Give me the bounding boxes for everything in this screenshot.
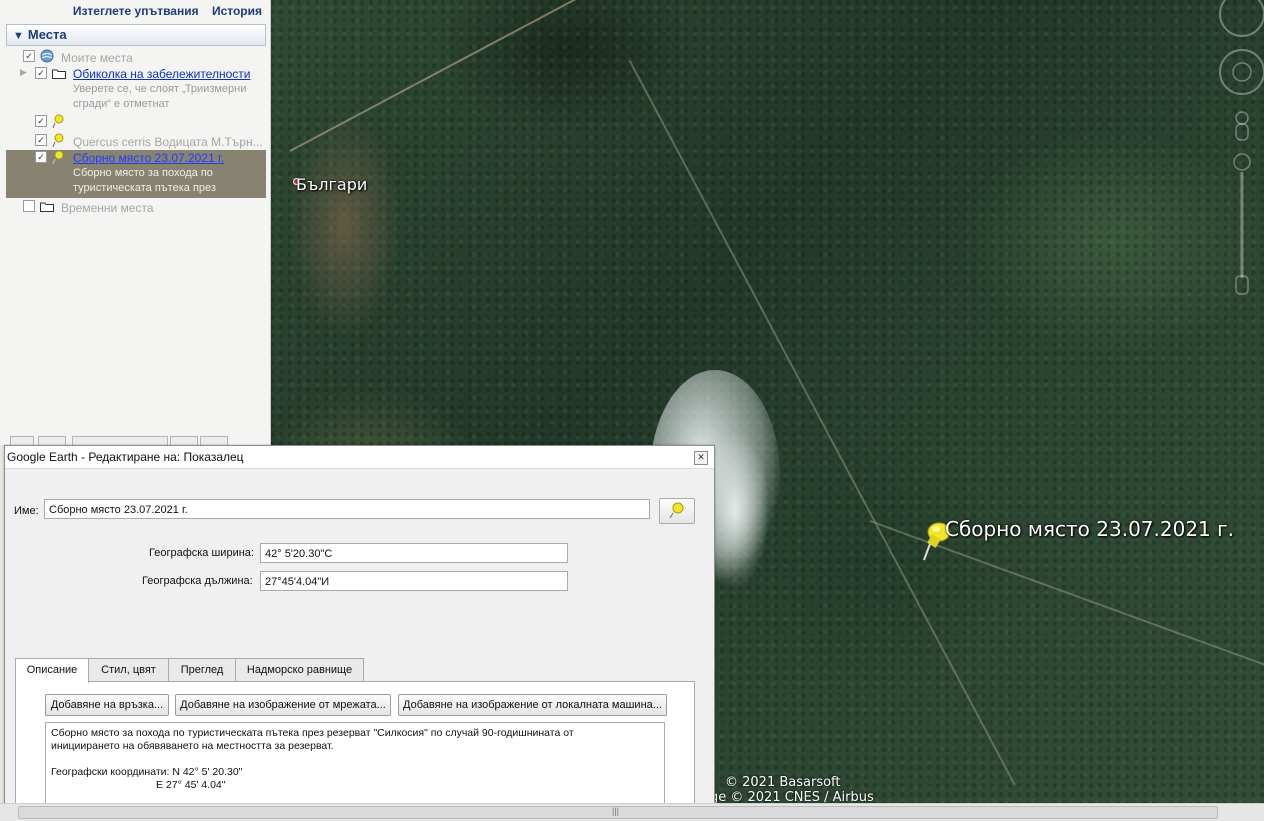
copyright-text: ge © 2021 CNES / Airbus: [710, 790, 874, 803]
village-area: [270, 60, 420, 390]
longitude-field[interactable]: 27°45'4.04"И: [260, 571, 568, 591]
town-label[interactable]: Българи: [296, 175, 367, 194]
description-line: Уверете се, че слоят „Триизмерни: [73, 83, 247, 95]
pushpin-icon: [669, 502, 684, 519]
pushpin-icon: [52, 133, 64, 147]
temporary-checkbox[interactable]: [23, 200, 35, 212]
top-links: Изтеглете упътвания История: [63, 4, 262, 18]
history-link[interactable]: История: [212, 4, 262, 18]
tree-item-label: Quercus cerris Водицата М.Търн...: [73, 135, 263, 149]
edit-placemark-dialog: Google Earth - Редактиране на: Показалец…: [4, 445, 715, 805]
folder-icon: [40, 202, 54, 212]
name-field[interactable]: Сборно място 23.07.2021 г.: [44, 499, 650, 519]
tab-style-color[interactable]: Стил, цвят: [88, 658, 169, 681]
sidebar: Изтеглете упътвания История ▼ Места ✓ Мои…: [0, 0, 271, 449]
horizontal-scrollbar[interactable]: |||: [0, 803, 1264, 821]
tree-item-label[interactable]: Обиколка на забележителности: [73, 67, 250, 81]
pushpin-icon: [52, 114, 64, 128]
tree-item-label: Моите места: [61, 51, 133, 65]
globe-icon: [40, 49, 54, 63]
dialog-title-bar[interactable]: Google Earth - Редактиране на: Показалец…: [5, 446, 714, 469]
description-line: сгради“ е отметнат: [73, 98, 170, 110]
tour-checkbox[interactable]: ✓: [35, 67, 47, 79]
expand-arrow-icon[interactable]: ▶: [20, 67, 27, 78]
selected-checkbox[interactable]: ✓: [35, 151, 47, 163]
directions-link[interactable]: Изтеглете упътвания: [73, 4, 199, 18]
navigation-controls[interactable]: [1214, 0, 1264, 300]
dialog-title: Google Earth - Редактиране на: Показалец: [7, 450, 244, 464]
quercus-checkbox[interactable]: ✓: [35, 134, 47, 146]
longitude-label: Географска дължина:: [142, 575, 253, 587]
tree-item-description: Уверете се, че слоят „Триизмерни сгради“…: [73, 82, 246, 112]
tab-view[interactable]: Преглед: [168, 658, 236, 681]
tree-item-description: Сборно място за похода по туристическата…: [73, 166, 216, 196]
icon-picker-button[interactable]: [659, 498, 695, 524]
description-line: туристическата пътека през: [73, 182, 216, 194]
folder-icon: [52, 69, 66, 79]
close-icon[interactable]: ✕: [694, 451, 708, 465]
add-local-image-button[interactable]: Добавяне на изображение от локалната маш…: [398, 694, 667, 716]
pushpin-icon: [52, 150, 64, 164]
tree-item-label[interactable]: Сборно място 23.07.2021 г.: [73, 151, 224, 165]
pushpin-checkbox[interactable]: ✓: [35, 115, 47, 127]
latitude-label: Географска ширина:: [149, 547, 254, 559]
placemark-label[interactable]: Сборно място 23.07.2021 г.: [945, 517, 1234, 541]
chevron-down-icon[interactable]: ▼: [13, 26, 24, 46]
description-textarea[interactable]: Сборно място за похода по туристическата…: [45, 722, 665, 805]
tab-body: Добавяне на връзка... Добавяне на изобра…: [15, 681, 695, 805]
places-panel-header[interactable]: ▼ Места: [6, 24, 266, 46]
add-link-button[interactable]: Добавяне на връзка...: [45, 694, 169, 716]
copyright-text: © 2021 Basarsoft: [725, 775, 841, 790]
add-web-image-button[interactable]: Добавяне на изображение от мрежата...: [175, 694, 391, 716]
description-line: Сборно място за похода по: [73, 167, 213, 179]
places-header-label: Места: [27, 27, 67, 42]
tab-description[interactable]: Описание: [15, 658, 89, 683]
tree-item-label: Временни места: [61, 201, 154, 215]
scrollbar-grip-icon: |||: [612, 806, 620, 816]
tab-altitude[interactable]: Надморско равнище: [235, 658, 364, 681]
name-label: Име:: [14, 505, 39, 517]
my-places-checkbox[interactable]: ✓: [23, 50, 35, 62]
latitude-field[interactable]: 42° 5'20.30"С: [260, 543, 568, 563]
